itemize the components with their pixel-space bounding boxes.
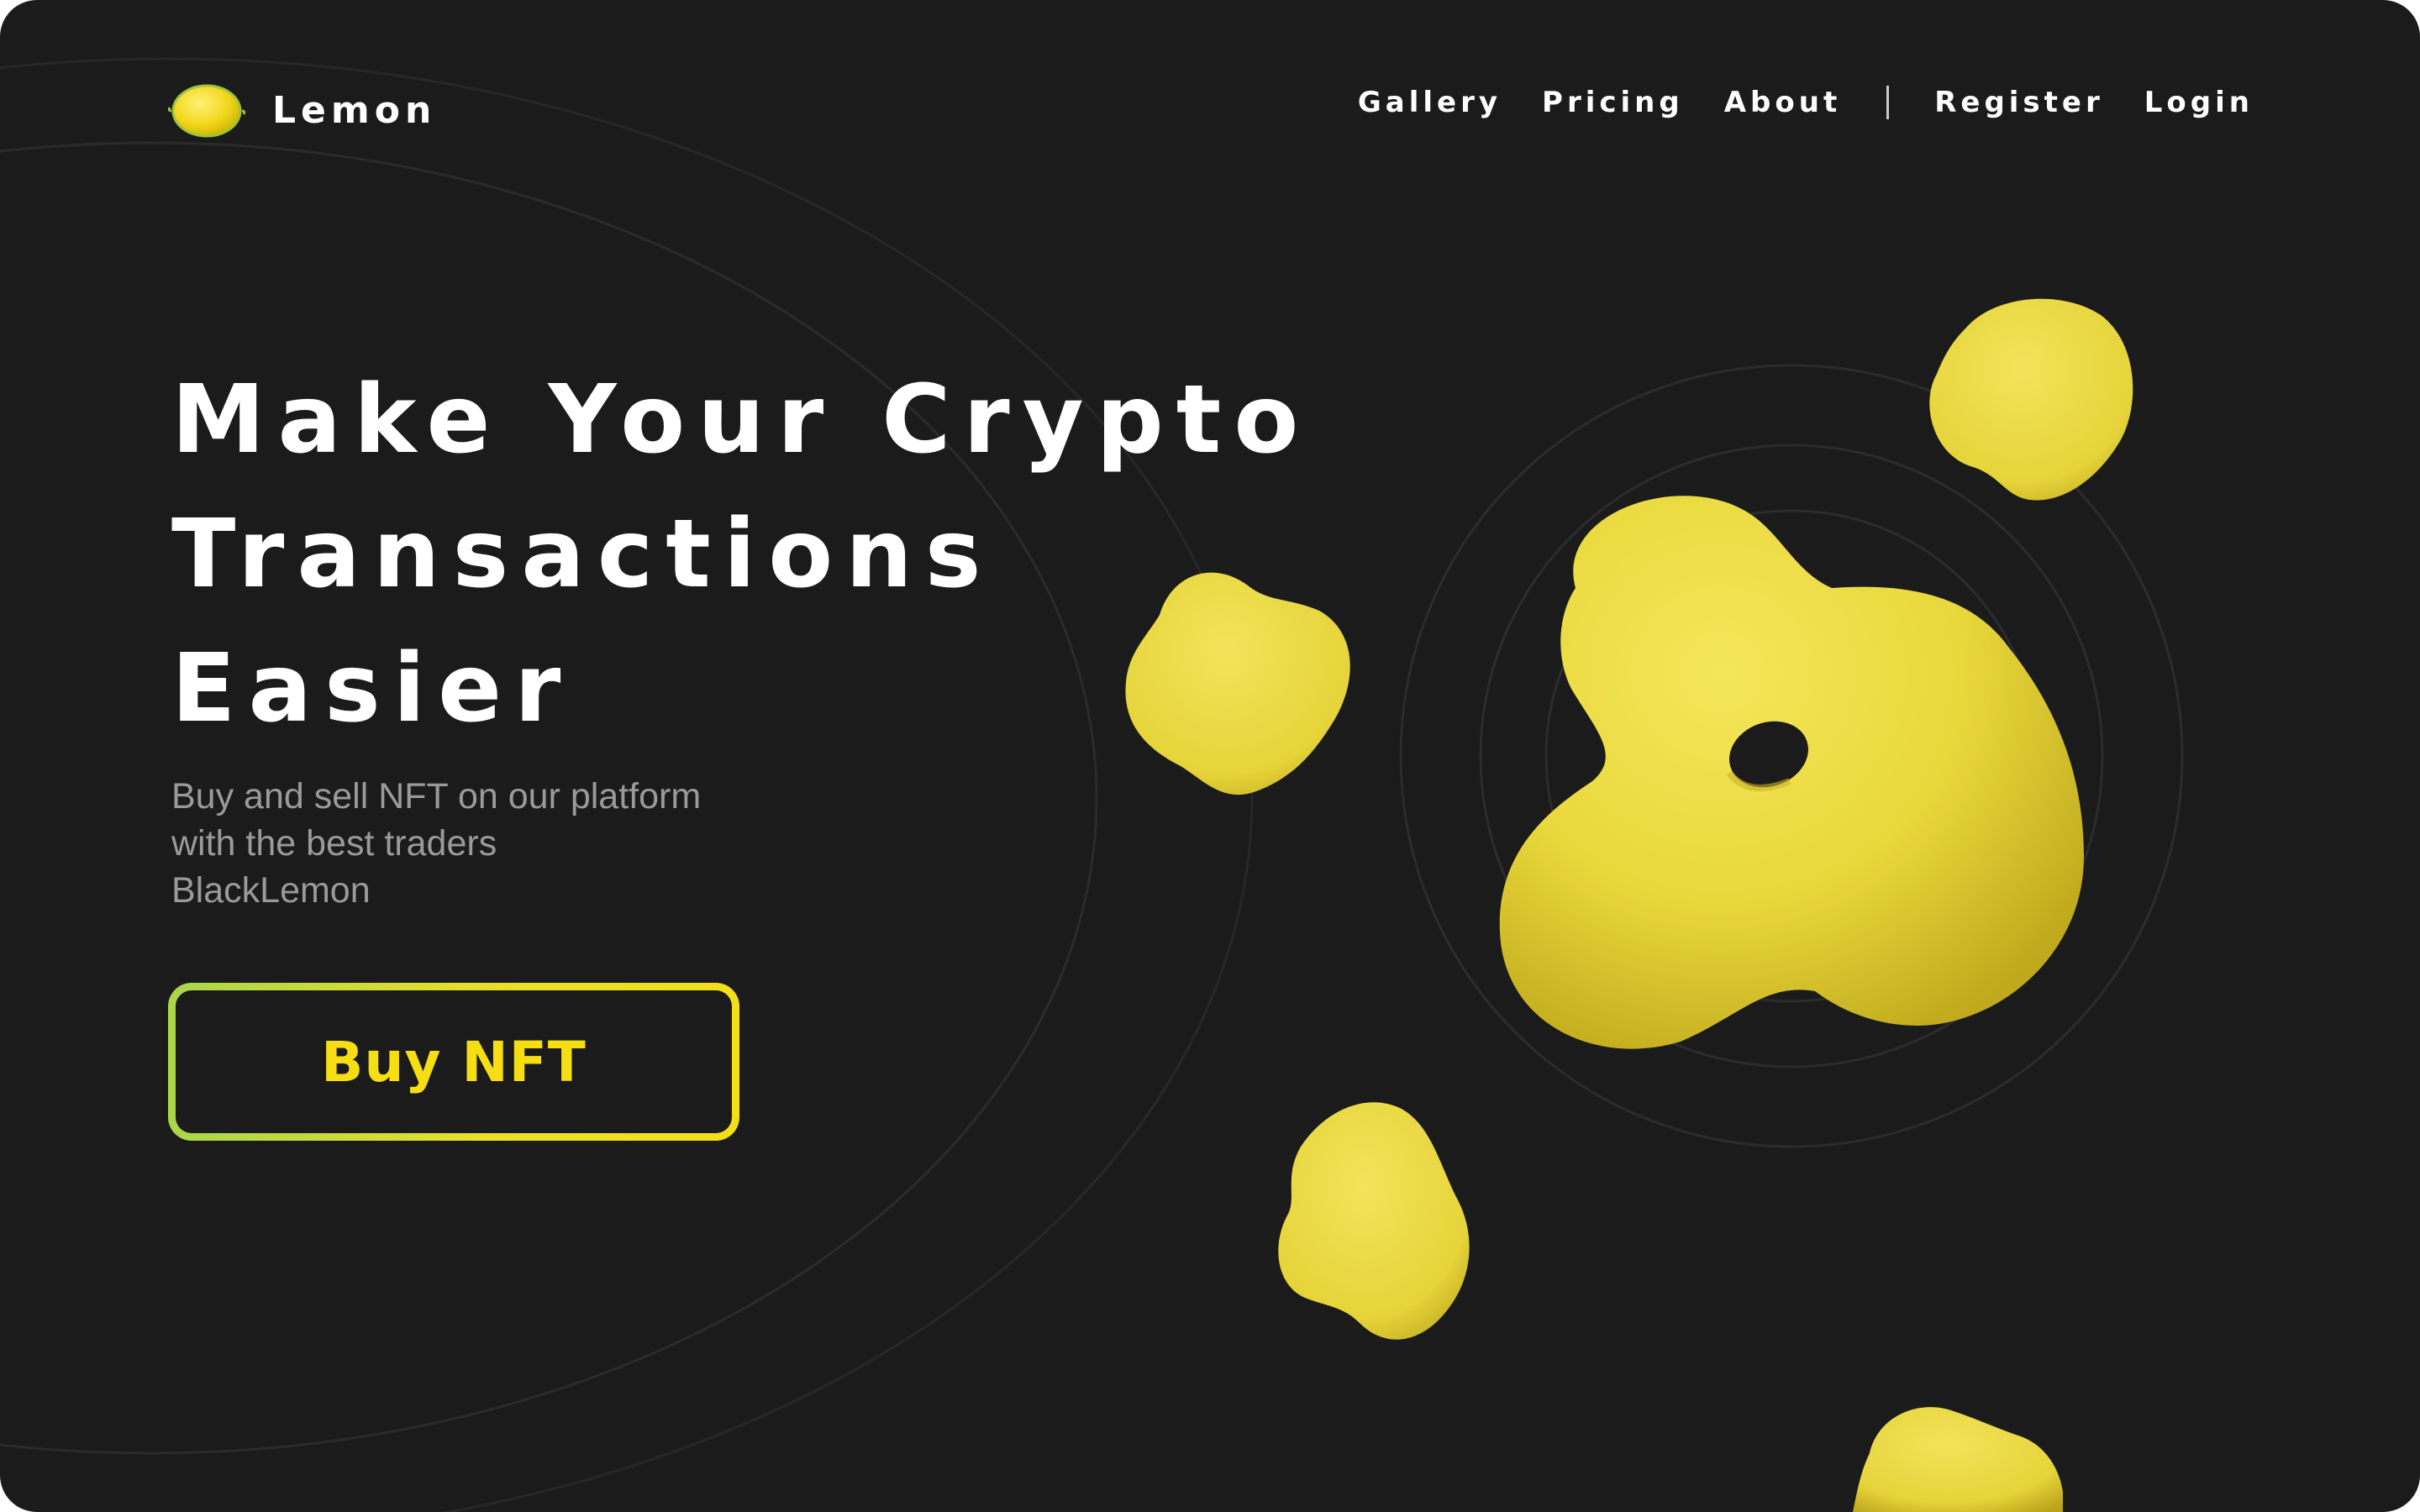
nav-about[interactable]: About: [1724, 82, 1841, 123]
hero-subtitle-line: Buy and sell NFT on our platform: [171, 776, 702, 816]
lemon-icon: [168, 84, 245, 138]
logo[interactable]: Lemon: [168, 81, 436, 141]
hero-subtitle: Buy and sell NFT on our platform with th…: [171, 773, 701, 914]
buy-nft-button[interactable]: Buy NFT: [168, 983, 739, 1141]
main-3d-blob: [1499, 496, 2084, 1049]
brand-name: Lemon: [272, 89, 437, 132]
small-3d-blob: [1125, 572, 1350, 795]
nav-pricing[interactable]: Pricing: [1542, 82, 1684, 123]
nav-divider: [1886, 86, 1890, 119]
nav-gallery[interactable]: Gallery: [1358, 82, 1502, 123]
hero-subtitle-line: with the best traders: [171, 823, 497, 864]
hero-subtitle-line: BlackLemon: [171, 870, 371, 911]
landing-page: Lemon Gallery Pricing About Register Log…: [0, 0, 2420, 1512]
nav-login[interactable]: Login: [2144, 82, 2254, 123]
nav-register[interactable]: Register: [1934, 82, 2104, 123]
main-nav: Gallery Pricing About Register Login: [1358, 82, 2254, 123]
small-3d-blob: [1853, 1407, 2063, 1512]
small-3d-blob: [1278, 1102, 1470, 1340]
hero-title-line: Make Your Crypto: [171, 365, 1312, 475]
buy-nft-button-label: Buy NFT: [321, 1029, 587, 1095]
small-3d-blob: [1929, 298, 2133, 501]
